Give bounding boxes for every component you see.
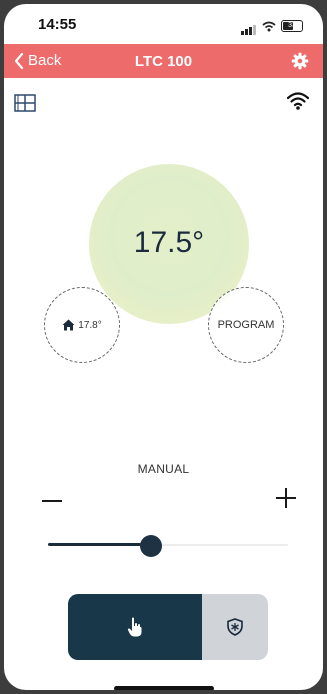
- mode-toggle: [68, 594, 268, 660]
- battery-level: 33: [288, 22, 296, 29]
- back-button[interactable]: Back: [14, 52, 61, 69]
- wifi-icon: [287, 92, 309, 110]
- snowflake-shield-icon: [227, 618, 243, 636]
- phone-screen: 14:55 33 Back LTC 100 17.5° 17.8° PROGRA…: [4, 4, 323, 690]
- status-bar: 14:55 33: [4, 4, 323, 44]
- increase-button[interactable]: [276, 488, 296, 508]
- back-label: Back: [28, 52, 62, 69]
- decrease-button[interactable]: [42, 490, 62, 512]
- chevron-left-icon: [14, 52, 24, 69]
- wifi-status-icon: [262, 21, 276, 31]
- status-time: 14:55: [38, 16, 77, 33]
- hand-pointer-icon: [127, 617, 142, 637]
- home-icon: [62, 319, 75, 331]
- room-temperature-circle: 17.8°: [44, 287, 120, 363]
- slider-thumb[interactable]: [140, 535, 162, 557]
- program-button[interactable]: PROGRAM: [208, 287, 284, 363]
- navigation-bar: Back LTC 100: [4, 44, 323, 78]
- manual-mode-button[interactable]: [68, 594, 202, 660]
- status-icons: 33: [241, 17, 303, 35]
- signal-icon: [241, 17, 257, 35]
- slider-fill: [48, 543, 151, 546]
- room-temperature: 17.8°: [78, 319, 102, 331]
- setpoint-temperature: 17.5°: [133, 226, 205, 259]
- gear-icon[interactable]: [291, 52, 309, 70]
- temperature-slider[interactable]: [48, 535, 288, 557]
- mode-label: MANUAL: [137, 462, 190, 476]
- battery-icon: 33: [281, 20, 303, 32]
- window-grid-icon[interactable]: [14, 94, 36, 112]
- frost-mode-button[interactable]: [202, 594, 268, 660]
- home-indicator[interactable]: [114, 686, 214, 690]
- program-label: PROGRAM: [217, 319, 275, 331]
